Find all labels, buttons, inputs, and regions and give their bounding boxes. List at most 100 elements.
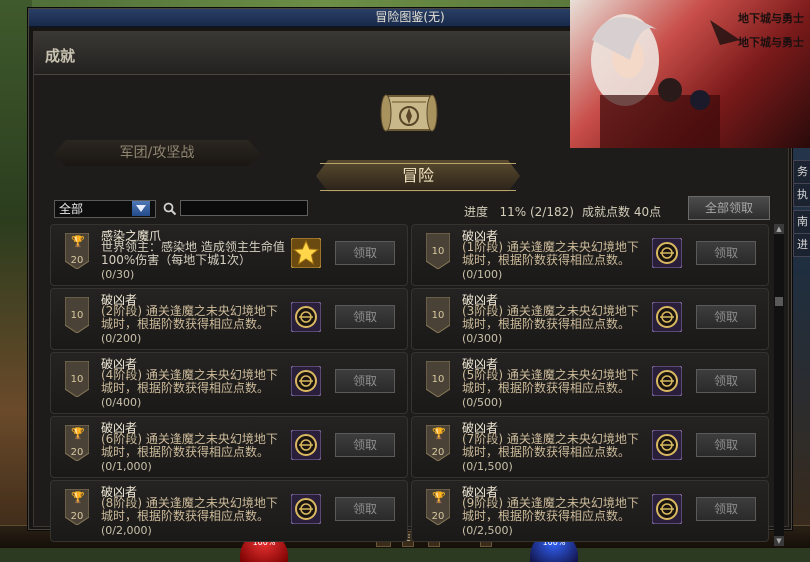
points-label: 成就点数	[582, 205, 631, 219]
achievement-points: 20	[70, 447, 84, 458]
search-input[interactable]	[180, 200, 308, 216]
scroll-emblem-icon	[380, 94, 438, 132]
chevron-down-icon[interactable]	[132, 201, 150, 216]
claim-button[interactable]: 领取	[696, 369, 756, 393]
achievement-points: 20	[70, 511, 84, 522]
gold-star-icon[interactable]	[290, 237, 322, 269]
side-tab-4[interactable]: 进	[793, 233, 810, 257]
achievement-card: 10 破凶者 (3阶段) 通关逢魔之未央幻境地下城时，根据阶数获得相应点数。 (0/3…	[411, 288, 769, 350]
points-shield-icon: 🏆 20	[65, 489, 89, 525]
achievement-progress: (0/2,500)	[462, 524, 513, 537]
achievement-progress: (0/500)	[462, 396, 503, 409]
achievement-list: 🏆 20 感染之魔爪 世界领主：感染地 造成领主生命值100%伤害（每地下城1次） (0…	[50, 224, 772, 546]
points-shield-icon: 10	[65, 297, 89, 333]
search-icon	[163, 202, 177, 216]
achievement-card: 🏆 20 破凶者 (6阶段) 通关逢魔之未央幻境地下城时，根据阶数获得相应点数。 (0/…	[50, 416, 408, 478]
achievement-card: 10 破凶者 (1阶段) 通关逢魔之未央幻境地下城时，根据阶数获得相应点数。 (0/1…	[411, 224, 769, 286]
trophy-icon: 🏆	[71, 427, 85, 440]
achievement-card: 10 破凶者 (5阶段) 通关逢魔之未央幻境地下城时，根据阶数获得相应点数。 (0/5…	[411, 352, 769, 414]
title-emblem-icon[interactable]	[651, 365, 683, 397]
points-shield-icon: 🏆 20	[65, 233, 89, 269]
scroll-up-icon[interactable]: ▲	[774, 224, 784, 234]
title-emblem-icon[interactable]	[651, 493, 683, 525]
achievement-progress: (0/2,000)	[101, 524, 152, 537]
achievement-description: (6阶段) 通关逢魔之未央幻境地下城时，根据阶数获得相应点数。	[101, 432, 278, 459]
points-shield-icon: 🏆 20	[426, 489, 450, 525]
achievement-progress: (0/200)	[101, 332, 142, 345]
trophy-icon: 🏆	[432, 491, 446, 504]
achievement-description: (5阶段) 通关逢魔之未央幻境地下城时，根据阶数获得相应点数。	[462, 368, 639, 395]
claim-button[interactable]: 领取	[696, 305, 756, 329]
progress-readout: 进度 11% (2/182)	[464, 203, 574, 220]
title-emblem-icon[interactable]	[290, 365, 322, 397]
claim-button[interactable]: 领取	[335, 433, 395, 457]
achievement-progress: (0/1,000)	[101, 460, 152, 473]
achievement-card: 10 破凶者 (4阶段) 通关逢魔之未央幻境地下城时，根据阶数获得相应点数。 (0/4…	[50, 352, 408, 414]
points-shield-icon: 10	[65, 361, 89, 397]
claim-all-button[interactable]: 全部领取	[688, 196, 770, 220]
achievement-card: 🏆 20 感染之魔爪 世界领主：感染地 造成领主生命值100%伤害（每地下城1次） (0…	[50, 224, 408, 286]
achievement-points: 10	[431, 374, 445, 385]
banner-logo: 地下城与勇士	[738, 36, 804, 49]
scroll-thumb[interactable]	[775, 297, 783, 306]
achievement-progress: (0/400)	[101, 396, 142, 409]
trophy-icon: 🏆	[71, 235, 85, 248]
progress-value: 11%	[499, 205, 527, 219]
title-emblem-icon[interactable]	[651, 237, 683, 269]
points-shield-icon: 10	[426, 361, 450, 397]
progress-label: 进度	[464, 205, 489, 219]
side-tab-3[interactable]: 南	[793, 210, 810, 234]
achievement-description: (8阶段) 通关逢魔之未央幻境地下城时，根据阶数获得相应点数。	[101, 496, 278, 523]
title-emblem-icon[interactable]	[290, 493, 322, 525]
claim-button[interactable]: 领取	[335, 305, 395, 329]
achievement-description: (4阶段) 通关逢魔之未央幻境地下城时，根据阶数获得相应点数。	[101, 368, 278, 395]
achievement-progress: (0/100)	[462, 268, 503, 281]
banner-logo: 地下城与勇士	[738, 12, 804, 25]
achievement-description: (3阶段) 通关逢魔之未央幻境地下城时，根据阶数获得相应点数。	[462, 304, 639, 331]
achievement-card: 🏆 20 破凶者 (7阶段) 通关逢魔之未央幻境地下城时，根据阶数获得相应点数。 (0/…	[411, 416, 769, 478]
title-emblem-icon[interactable]	[651, 429, 683, 461]
points-shield-icon: 🏆 20	[65, 425, 89, 461]
claim-button[interactable]: 领取	[696, 497, 756, 521]
title-emblem-icon[interactable]	[651, 301, 683, 333]
claim-button[interactable]: 领取	[696, 241, 756, 265]
tab-legion-raid[interactable]: 军团/攻坚战	[54, 140, 260, 166]
trophy-icon: 🏆	[432, 427, 446, 440]
title-emblem-icon[interactable]	[290, 429, 322, 461]
achievement-card: 10 破凶者 (2阶段) 通关逢魔之未央幻境地下城时，根据阶数获得相应点数。 (0/2…	[50, 288, 408, 350]
achievement-description: (7阶段) 通关逢魔之未央幻境地下城时，根据阶数获得相应点数。	[462, 432, 639, 459]
points-readout: 成就点数 40点	[582, 203, 661, 220]
achievement-points: 10	[431, 246, 445, 257]
points-value: 40点	[633, 205, 662, 219]
tab-adventure[interactable]: 冒险	[316, 160, 520, 192]
side-tab-1[interactable]: 务	[793, 160, 810, 184]
points-shield-icon: 🏆 20	[426, 425, 450, 461]
side-tab-2[interactable]: 执	[793, 183, 810, 207]
list-scrollbar[interactable]: ▲ ▼	[774, 224, 784, 546]
claim-button[interactable]: 领取	[335, 241, 395, 265]
achievement-points: 20	[431, 447, 445, 458]
achievement-points: 20	[431, 511, 445, 522]
achievement-points: 10	[431, 310, 445, 321]
achievement-description: (1阶段) 通关逢魔之未央幻境地下城时，根据阶数获得相应点数。	[462, 240, 639, 267]
achievement-progress: (0/1,500)	[462, 460, 513, 473]
achievement-description: 世界领主：感染地 造成领主生命值100%伤害（每地下城1次）	[101, 240, 285, 267]
claim-button[interactable]: 领取	[335, 497, 395, 521]
scroll-down-icon[interactable]: ▼	[774, 536, 784, 546]
achievement-description: (9阶段) 通关逢魔之未央幻境地下城时，根据阶数获得相应点数。	[462, 496, 639, 523]
claim-button[interactable]: 领取	[696, 433, 756, 457]
promo-banner[interactable]: 地下城与勇士 地下城与勇士	[570, 0, 810, 148]
trophy-icon: 🏆	[71, 491, 85, 504]
points-shield-icon: 10	[426, 233, 450, 269]
achievement-progress: (0/30)	[101, 268, 135, 281]
title-emblem-icon[interactable]	[290, 301, 322, 333]
panel-title: 成就	[45, 47, 76, 65]
achievement-points: 10	[70, 374, 84, 385]
claim-button[interactable]: 领取	[335, 369, 395, 393]
achievement-points: 20	[70, 255, 84, 266]
achievement-points: 10	[70, 310, 84, 321]
achievement-card: 🏆 20 破凶者 (8阶段) 通关逢魔之未央幻境地下城时，根据阶数获得相应点数。 (0/…	[50, 480, 408, 542]
category-select-value: 全部	[59, 202, 84, 216]
achievement-card: 🏆 20 破凶者 (9阶段) 通关逢魔之未央幻境地下城时，根据阶数获得相应点数。 (0/…	[411, 480, 769, 542]
achievement-progress: (0/300)	[462, 332, 503, 345]
